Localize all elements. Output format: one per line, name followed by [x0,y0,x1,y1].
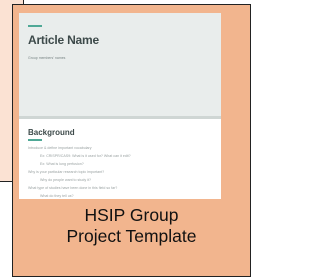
body-line: Introduce & define important vocabulary [28,146,92,150]
template-caption[interactable]: HSIP Group Project Template [12,205,251,247]
body-line: Why is your particular research topic im… [28,170,105,174]
body-line: What do they tell us? [40,194,74,198]
body-line: Ex: What is lung perfusion? [40,162,84,166]
title-accent-line [28,25,42,27]
body-line: Why do people want to study it? [40,178,91,182]
group-members: Group members' names [28,56,66,60]
caption-line-2: Project Template [66,226,197,246]
body-line: What type of studies have been done in t… [28,186,118,190]
section-accent-line [28,139,42,141]
body-line: Ex: CRISPR/CAS9: What is it used for? Wh… [40,154,131,158]
section-title: Background [28,128,75,137]
article-title: Article Name [28,33,99,47]
document-header [19,13,221,118]
header-divider [19,116,221,119]
document-preview[interactable]: Article Name Group members' names Backgr… [19,13,221,199]
caption-line-1: HSIP Group [84,205,179,225]
